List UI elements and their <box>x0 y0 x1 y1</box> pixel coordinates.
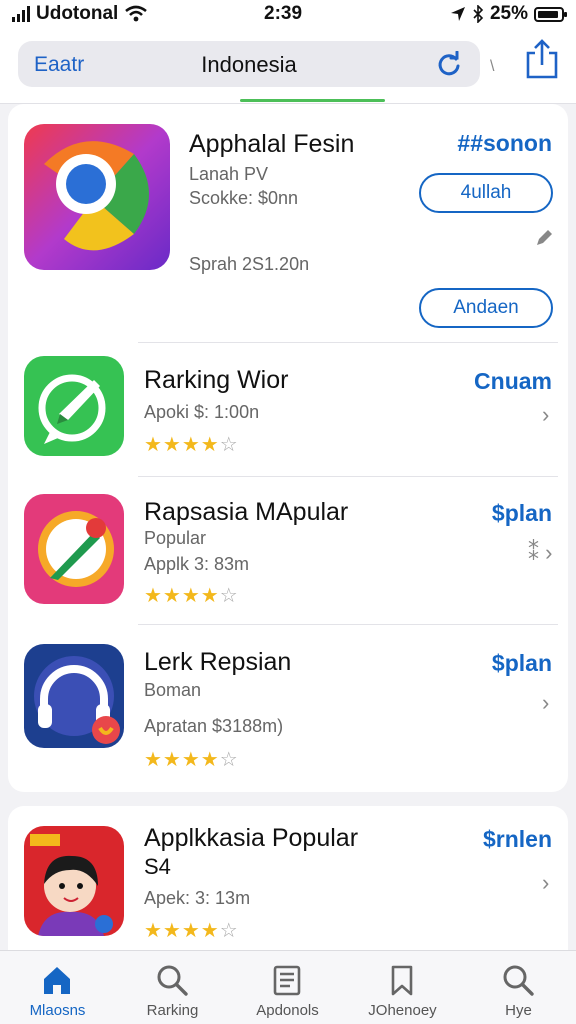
tab-label: Rarking <box>146 1002 199 1019</box>
status-time: 2:39 <box>264 3 303 24</box>
location-icon <box>450 7 465 21</box>
featured-app-icon[interactable] <box>24 124 170 270</box>
divider <box>138 476 558 477</box>
featured-app-price[interactable]: ##sonon <box>457 130 552 157</box>
app-icon-avatar[interactable] <box>24 826 124 936</box>
chevron-right-icon[interactable]: › <box>542 402 549 428</box>
load-progress <box>240 99 385 102</box>
featured-app-title: Apphalal Fesin <box>189 130 355 158</box>
tab-label: JOhenoey <box>368 1002 437 1019</box>
star-rating: ★★★★☆ <box>144 749 239 771</box>
refresh-icon[interactable] <box>436 51 462 77</box>
featured-get-button[interactable]: 4ullah <box>419 173 553 213</box>
divider <box>138 342 558 343</box>
wifi-icon <box>125 5 148 22</box>
app-category: Popular <box>144 528 207 548</box>
bluetooth-icon <box>473 5 484 23</box>
tab-apps[interactable]: Apdonols <box>230 951 345 1024</box>
search-icon <box>157 965 188 996</box>
tab-home[interactable]: Mlaosns <box>0 951 115 1024</box>
app-subtitle: Apek: 3: 13m <box>144 888 251 908</box>
app-icon-compass[interactable] <box>24 494 124 604</box>
featured-app-line3: Sprah 2S1.20n <box>189 254 310 274</box>
battery-percent: 25% <box>489 3 528 24</box>
app-title[interactable]: Rapsasia MApular <box>144 498 348 527</box>
app-price[interactable]: Cnuam <box>474 368 552 395</box>
featured-secondary-button[interactable]: Andaen <box>419 288 553 328</box>
app-title-line2: S4 <box>144 854 171 879</box>
chevron-right-icon[interactable]: › <box>542 870 549 896</box>
signal-icon <box>12 6 30 22</box>
app-price[interactable]: $plan <box>492 650 552 677</box>
app-price[interactable]: $rnlen <box>483 826 552 853</box>
app-subtitle: Apratan $3188m) <box>144 716 284 736</box>
tab-ranking[interactable]: Rarking <box>115 951 230 1024</box>
address-bar[interactable]: Eaatr Indonesia <box>18 41 480 87</box>
star-rating: ★★★★☆ <box>144 920 239 942</box>
featured-app-line1: Lanah PV <box>189 164 269 184</box>
app-title[interactable]: Applkkasia Popular <box>144 824 358 853</box>
tab-label: Hye <box>505 1002 532 1019</box>
document-icon <box>273 965 301 996</box>
search-icon <box>503 965 534 996</box>
divider <box>138 624 558 625</box>
chevron-right-icon[interactable]: › <box>542 690 549 716</box>
featured-app-line2: Scokke: $0nn <box>189 188 299 208</box>
share-icon[interactable] <box>524 38 560 80</box>
navigation-bar: Eaatr Indonesia \ <box>0 30 576 104</box>
pencil-icon[interactable] <box>534 228 554 248</box>
bookmark-icon <box>391 965 413 996</box>
app-icon-whatsapp-style[interactable] <box>24 356 124 456</box>
app-list-card: Apphalal Fesin Lanah PV Scokke: $0nn Spr… <box>8 104 568 792</box>
app-title[interactable]: Rarking Wior <box>144 366 288 395</box>
app-subtitle: Applk 3: 83m <box>144 554 250 574</box>
status-right: 25% <box>450 3 567 25</box>
tab-bar: Mlaosns Rarking Apdonols JOhenoey Hye <box>0 950 576 1024</box>
tab-label: Mlaosns <box>29 1002 86 1019</box>
app-subtitle: Apoki $: 1:00n <box>144 402 260 422</box>
app-price[interactable]: $plan <box>492 500 552 527</box>
status-bar: Udotonal 2:39 25% <box>0 0 576 30</box>
chevron-right-icon[interactable]: ⁑ › <box>528 540 552 566</box>
separator-mark: \ <box>490 58 495 75</box>
app-title[interactable]: Lerk Repsian <box>144 648 291 677</box>
status-left: Udotonal <box>12 3 148 25</box>
page-title: Indonesia <box>201 52 297 77</box>
star-rating: ★★★★☆ <box>144 434 239 456</box>
carrier-label: Udotonal <box>36 3 119 24</box>
battery-icon <box>534 6 567 22</box>
star-rating: ★★★★☆ <box>144 585 239 607</box>
tab-saved[interactable]: JOhenoey <box>345 951 460 1024</box>
app-icon-headphones[interactable] <box>24 644 124 748</box>
tab-label: Apdonols <box>256 1002 319 1019</box>
home-icon <box>44 967 70 994</box>
app-category: Boman <box>144 680 202 700</box>
tab-search[interactable]: Hye <box>461 951 576 1024</box>
